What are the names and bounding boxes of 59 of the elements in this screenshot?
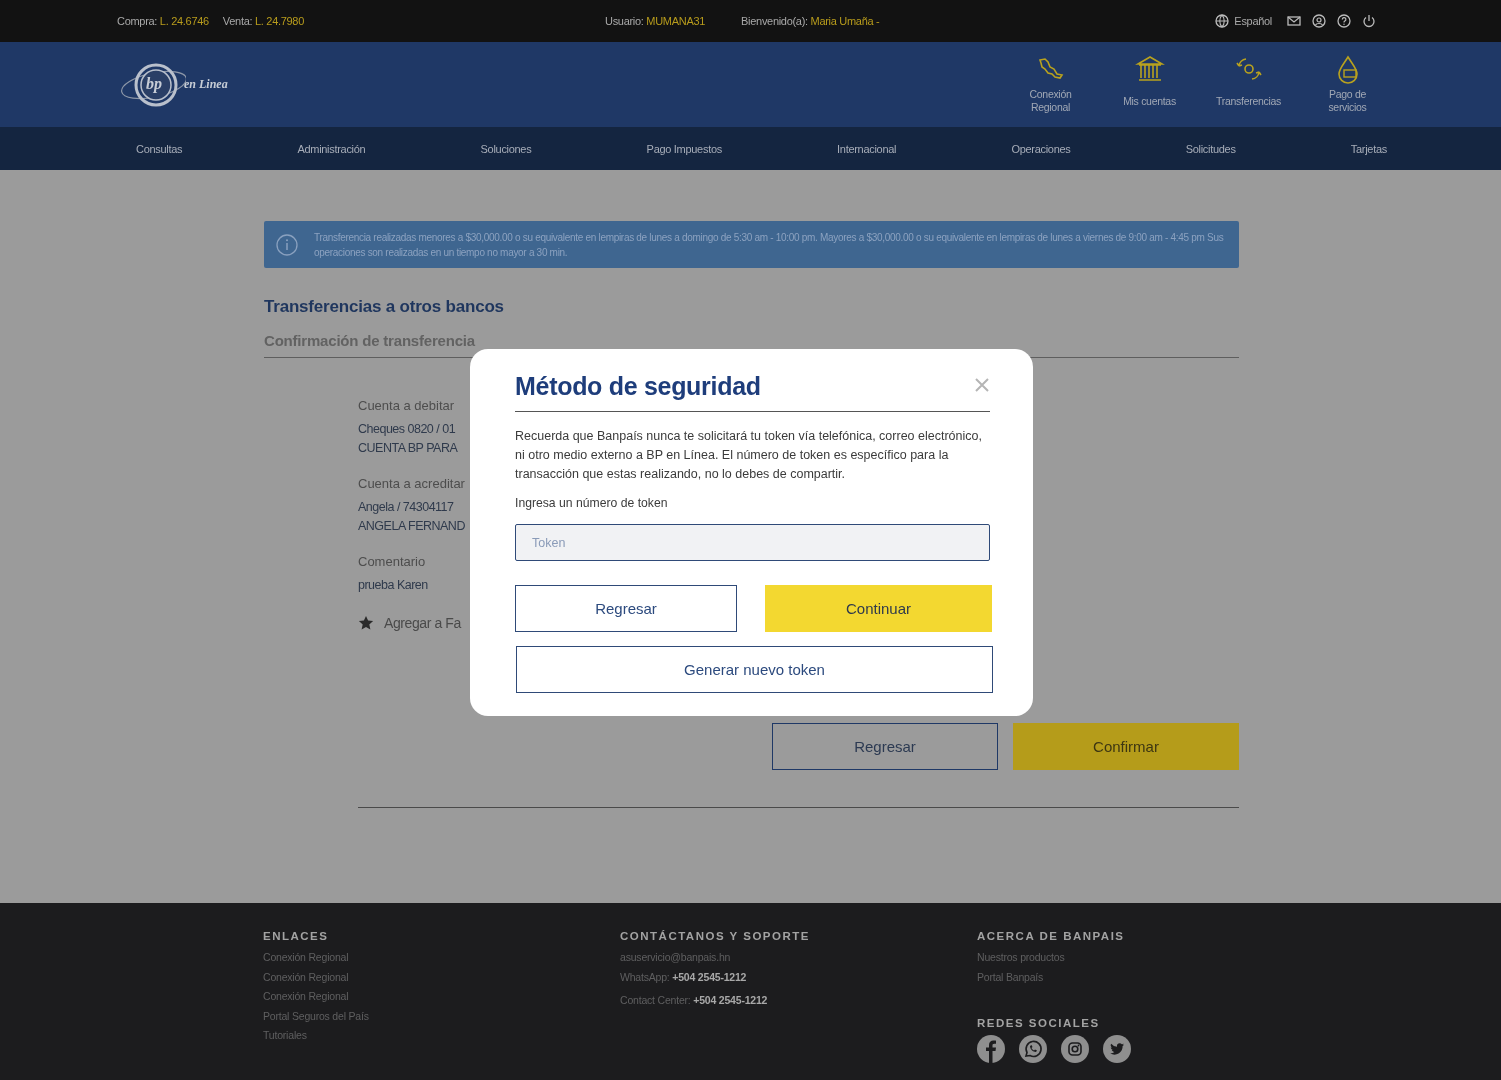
power-icon[interactable] xyxy=(1362,14,1376,28)
username: Usuario: MUMANA31 xyxy=(605,15,706,27)
quick-link[interactable]: Transferencias xyxy=(1199,42,1298,127)
token-input[interactable]: Token xyxy=(515,524,990,561)
dialog-message: Recuerda que Banpaís nunca te solicitará tu token vía telefónica, correo electrónico, ni otro medio externo a BP en Línea. El número de token es específico para la transacción que estas realizando, no lo debes de compartir. xyxy=(515,428,983,483)
field-value: prueba Karen xyxy=(358,577,428,594)
field-value: Cheques 0820 / 01 xyxy=(358,421,456,438)
nav-item[interactable]: Consultas xyxy=(136,142,183,155)
whatsapp-icon[interactable] xyxy=(1019,1035,1047,1063)
continue-button[interactable]: Continuar xyxy=(765,585,992,632)
bank-icon xyxy=(1134,54,1165,84)
instagram-icon[interactable] xyxy=(1061,1035,1089,1063)
star-icon xyxy=(358,615,374,631)
new-token-button[interactable]: Generar nuevo token xyxy=(516,646,993,693)
exchange-rate: Compra: L. 24.6746 xyxy=(117,15,209,27)
nav-item[interactable]: Pago Impuestos xyxy=(646,142,722,155)
info-icon xyxy=(276,233,298,256)
exchange-rate: Venta: L. 24.7980 xyxy=(222,15,304,27)
field-value: ANGELA FERNAND xyxy=(358,518,465,535)
globe-icon xyxy=(1215,14,1230,28)
language-label: Español xyxy=(1234,15,1272,27)
contact-line: WhatsApp: +504 2545-1212 xyxy=(620,969,747,985)
bank-logo[interactable]: bp en Linea xyxy=(116,59,246,110)
quick-link[interactable]: Mis cuentas xyxy=(1100,42,1199,127)
field-label: Cuenta a debitar xyxy=(358,398,455,413)
field-label: Comentario xyxy=(358,554,426,569)
confirm-button[interactable]: Confirmar xyxy=(1013,723,1239,770)
footer-heading: ENLACES xyxy=(263,930,329,942)
contact-line: Contact Center: +504 2545-1212 xyxy=(620,993,768,1008)
help-icon[interactable] xyxy=(1337,14,1351,28)
nav-item[interactable]: Internacional xyxy=(837,142,897,155)
logo-mark: bp xyxy=(146,74,162,93)
field-label: Cuenta a acreditar xyxy=(358,476,465,491)
info-banner-text: Transferencia realizadas menores a $30,000.00 o su equivalente en lempiras de lunes a domingo de 5:30 am - 10:00 pm. Mayores a $30,000.00 o su equivalente en lempiras de lunes a viernes de 9:00 am - 4:45 pm Sus operaciones son realizadas en un tiempo no mayor a 30 min. xyxy=(314,230,1225,260)
back-button[interactable]: Regresar xyxy=(772,723,998,770)
quick-link[interactable]: Conexión Regional xyxy=(1001,42,1100,127)
mail-icon[interactable] xyxy=(1287,14,1301,28)
footer-heading: ACERCA DE BANPAIS xyxy=(977,930,1125,942)
user-icon[interactable] xyxy=(1312,14,1326,28)
nav-item[interactable]: Solicitudes xyxy=(1185,142,1236,155)
contact-line: asuservicio@banpais.hn xyxy=(620,950,731,965)
page-title: Transferencias a otros bancos xyxy=(264,297,505,317)
language-link[interactable]: Español xyxy=(1215,14,1272,28)
quick-link[interactable]: Pago de servicios xyxy=(1298,42,1397,127)
nav-item[interactable]: Operaciones xyxy=(1011,142,1071,155)
facebook-icon[interactable] xyxy=(977,1035,1005,1063)
footer-heading: REDES SOCIALES xyxy=(977,1017,1100,1029)
field-value: Angela / 74304117 xyxy=(358,499,454,516)
back-button[interactable]: Regresar xyxy=(515,585,737,632)
nav-item[interactable]: Tarjetas xyxy=(1350,142,1387,155)
bird-icon[interactable] xyxy=(1103,1035,1131,1063)
dialog-title: Método de seguridad xyxy=(515,371,761,401)
token-label: Ingresa un número de token xyxy=(515,496,669,510)
logo-text: en Linea xyxy=(184,76,228,92)
nav-item[interactable]: Soluciones xyxy=(480,142,532,155)
field-value: CUENTA BP PARA xyxy=(358,440,458,457)
nav-item[interactable]: Administración xyxy=(297,142,366,155)
user-menu-link[interactable]: Bienvenido(a): Maria Umaña - xyxy=(741,15,880,27)
footer-heading: CONTÁCTANOS Y SOPORTE xyxy=(620,930,810,942)
